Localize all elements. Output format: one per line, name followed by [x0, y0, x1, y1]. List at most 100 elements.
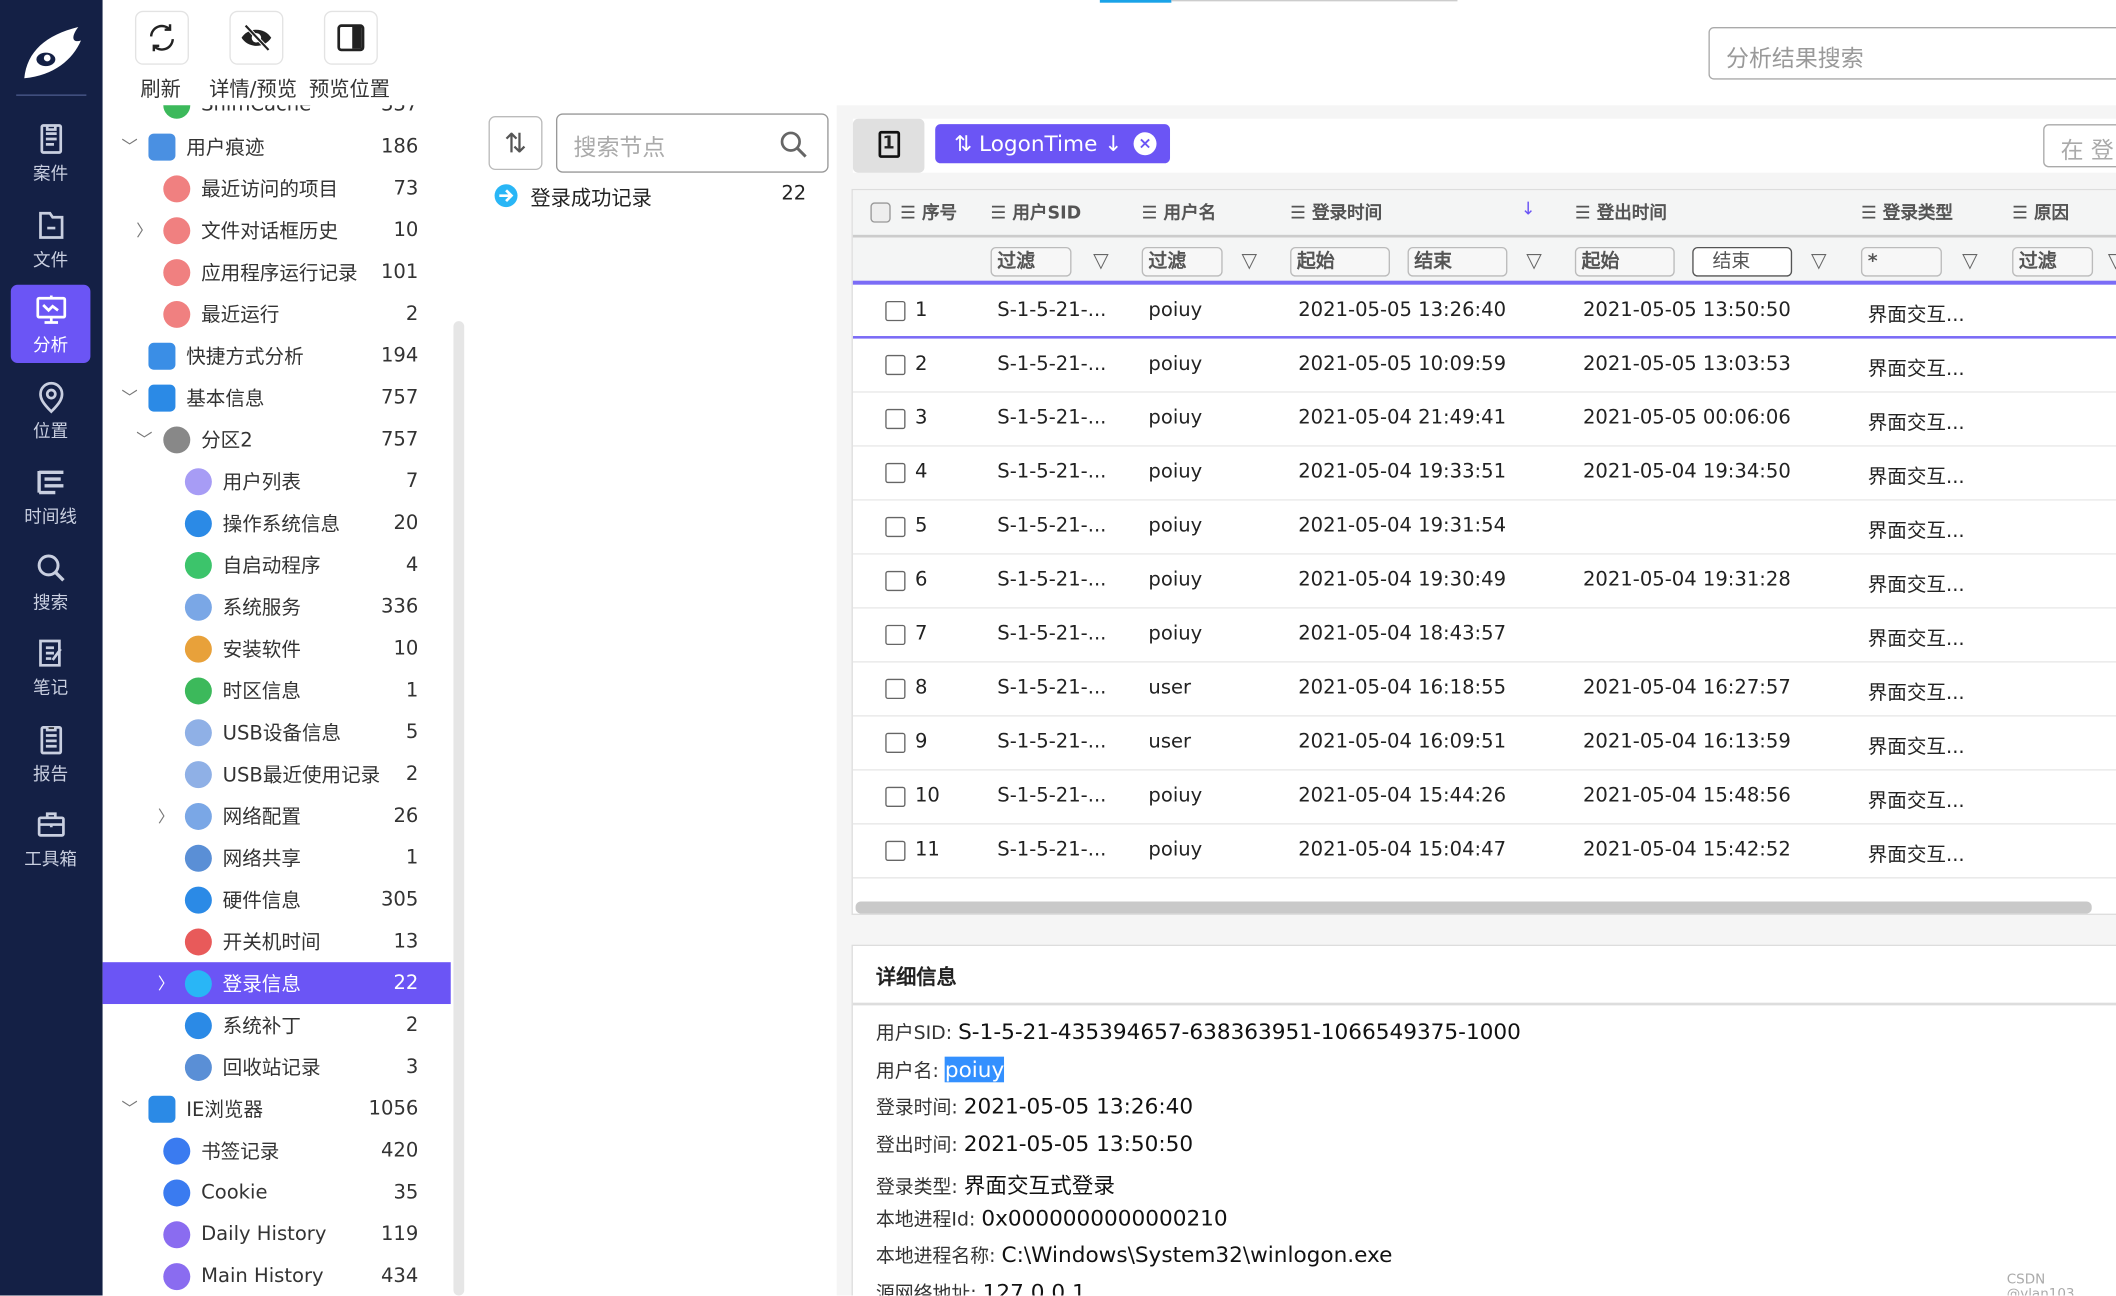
table-row[interactable]: 6 S-1-5-21-... poiuy 2021-05-04 19:30:49 202… — [852, 554, 2116, 609]
tree-item[interactable]: USB设备信息 5 — [103, 711, 451, 753]
filter-input[interactable]: 过滤 — [990, 246, 1072, 277]
tree-item[interactable]: 硬件信息 305 — [103, 879, 451, 921]
tree-item[interactable]: 〉 网络配置 26 — [103, 795, 451, 837]
nav-item-note[interactable]: 笔记 — [11, 628, 91, 706]
refresh-button[interactable] — [134, 10, 189, 65]
tree-item[interactable]: 〉 登录信息 22 — [102, 962, 451, 1005]
column-header[interactable]: ☰ 登出时间 — [1575, 190, 1667, 237]
chevron-right-icon[interactable]: 〉 — [158, 972, 174, 995]
column-header[interactable]: ☰ 原因 — [2012, 190, 2069, 237]
chevron-down-icon[interactable]: ﹀ — [121, 386, 137, 409]
tree-item[interactable]: 应用程序运行记录 101 — [103, 251, 451, 293]
tree-item[interactable]: USB最近使用记录 2 — [103, 753, 451, 795]
row-checkbox[interactable] — [885, 408, 906, 430]
tree-item[interactable]: Main History 434 — [103, 1255, 451, 1295]
preview-position-button[interactable] — [323, 10, 378, 65]
nav-item-case[interactable]: 案件 — [11, 113, 91, 191]
table-row[interactable]: 11 S-1-5-21-... poiuy 2021-05-04 15:04:47 20… — [852, 824, 2116, 879]
row-checkbox[interactable] — [885, 516, 906, 538]
detail-preview-button[interactable] — [229, 10, 284, 65]
table-row[interactable]: 8 S-1-5-21-... user 2021-05-04 16:18:55 2021… — [852, 662, 2116, 717]
tree-item[interactable]: 自启动程序 4 — [103, 544, 451, 586]
tree-item[interactable]: ﹀ 用户痕迹 186 — [103, 126, 451, 168]
table-row[interactable]: 3 S-1-5-21-... poiuy 2021-05-04 21:49:41 202… — [852, 392, 2116, 447]
tree-item[interactable]: ﹀ 基本信息 757 — [103, 377, 451, 419]
row-checkbox[interactable] — [885, 570, 906, 592]
tree-item[interactable]: 最近运行 2 — [103, 293, 451, 335]
filter-icon[interactable]: ▽ — [1526, 248, 1542, 272]
filter-input[interactable]: 结束 — [1692, 246, 1793, 277]
sort-chip[interactable]: ⇅ LogonTime ↓ × — [935, 124, 1171, 164]
row-checkbox[interactable] — [885, 354, 906, 376]
tree-item[interactable]: 〉 文件对话框历史 10 — [103, 209, 451, 251]
filter-input[interactable]: 起始 — [1290, 246, 1390, 277]
sort-button[interactable]: ⇅ — [488, 116, 543, 171]
in-results-search-input[interactable]: 在 登 — [2043, 124, 2116, 168]
column-header[interactable]: ☰ 用户名 — [1142, 190, 1216, 237]
column-header[interactable]: ☰ 用户SID — [991, 190, 1082, 237]
nav-item-report[interactable]: 报告 — [11, 713, 91, 791]
nav-item-toolbox[interactable]: 工具箱 — [11, 799, 91, 877]
tree-item[interactable]: 最近访问的项目 73 — [103, 167, 451, 209]
row-checkbox[interactable] — [885, 462, 906, 484]
row-checkbox[interactable] — [885, 624, 906, 646]
nav-item-file[interactable]: 文件 — [11, 199, 91, 277]
table-row[interactable]: 2 S-1-5-21-... poiuy 2021-05-05 10:09:59 202… — [852, 338, 2116, 393]
row-checkbox[interactable] — [885, 840, 906, 861]
filter-input[interactable]: 起始 — [1574, 246, 1675, 277]
select-all-checkbox[interactable] — [870, 202, 891, 223]
tree-item[interactable]: ﹀ 分区2 757 — [103, 418, 451, 460]
node-item-login-success[interactable]: 登录成功记录 22 — [483, 179, 837, 211]
filter-input[interactable]: 过滤 — [1141, 246, 1223, 277]
chevron-down-icon[interactable]: ﹀ — [136, 428, 152, 451]
nav-item-analysis[interactable]: 分析 — [10, 284, 91, 364]
tree-item[interactable]: ﹀ IE浏览器 1056 — [103, 1088, 451, 1130]
tree-item[interactable]: 书签记录 420 — [103, 1130, 451, 1172]
row-checkbox[interactable] — [885, 732, 906, 754]
column-header[interactable]: ☰ 登录时间 — [1290, 190, 1382, 237]
close-chip-icon[interactable]: × — [1133, 132, 1157, 156]
tree-item[interactable]: 操作系统信息 20 — [103, 502, 451, 544]
horizontal-scrollbar[interactable] — [855, 901, 2092, 914]
filter-input[interactable]: 过滤 — [2012, 246, 2094, 277]
row-checkbox[interactable] — [885, 300, 906, 322]
filter-icon[interactable]: ▽ — [1093, 248, 1109, 272]
tree-item[interactable]: Cookie 35 — [103, 1171, 451, 1213]
nav-item-location[interactable]: 位置 — [11, 370, 91, 448]
node-search-input[interactable]: 搜索节点 — [555, 113, 829, 173]
chevron-down-icon[interactable]: ﹀ — [121, 1097, 137, 1120]
chevron-right-icon[interactable]: 〉 — [136, 219, 152, 242]
filter-icon[interactable]: ▽ — [2108, 248, 2116, 272]
table-row[interactable]: 4 S-1-5-21-... poiuy 2021-05-04 19:33:51 202… — [852, 446, 2116, 501]
table-row[interactable]: 10 S-1-5-21-... poiuy 2021-05-04 15:44:26 20… — [852, 770, 2116, 825]
tree-item[interactable]: 快捷方式分析 194 — [103, 335, 451, 377]
column-header[interactable]: ☰ 登录类型 — [1861, 190, 1953, 237]
sort-desc-icon[interactable]: ↓ — [1521, 200, 1536, 220]
tree-item[interactable]: Daily History 119 — [103, 1213, 451, 1255]
tree-item[interactable]: 系统补丁 2 — [103, 1004, 451, 1046]
nav-item-timeline[interactable]: 时间线 — [11, 456, 91, 534]
tree-item[interactable]: 回收站记录 3 — [103, 1046, 451, 1088]
tree-item[interactable]: ShimCache 337 — [103, 105, 451, 125]
tree-scrollbar[interactable] — [453, 321, 465, 1296]
tree-item[interactable]: 网络共享 1 — [103, 837, 451, 879]
table-row[interactable]: 5 S-1-5-21-... poiuy 2021-05-04 19:31:54 界面交… — [852, 500, 2116, 555]
table-row[interactable]: 1 S-1-5-21-... poiuy 2021-05-05 13:26:40 202… — [852, 284, 2116, 339]
nav-item-search[interactable]: 搜索 — [11, 542, 91, 620]
tree-item[interactable]: 系统服务 336 — [103, 586, 451, 628]
filter-input[interactable]: 结束 — [1407, 246, 1508, 277]
chevron-down-icon[interactable]: ﹀ — [121, 135, 137, 158]
row-checkbox[interactable] — [885, 678, 906, 700]
column-header[interactable]: ☰ 序号 — [900, 190, 957, 237]
tree-item[interactable]: 时区信息 1 — [103, 669, 451, 711]
filter-icon[interactable]: ▽ — [1811, 248, 1827, 272]
tree-item[interactable]: 安装软件 10 — [103, 628, 451, 670]
page-tab[interactable]: 1 — [852, 118, 925, 173]
tree-item[interactable]: 开关机时间 13 — [103, 920, 451, 962]
chevron-right-icon[interactable]: 〉 — [158, 804, 174, 827]
filter-icon[interactable]: ▽ — [1962, 248, 1978, 272]
analysis-result-search-input[interactable]: 分析结果搜索 — [1708, 26, 2116, 80]
row-checkbox[interactable] — [885, 786, 906, 808]
table-row[interactable]: 9 S-1-5-21-... user 2021-05-04 16:09:51 2021… — [852, 716, 2116, 771]
filter-input[interactable]: * — [1860, 246, 1942, 277]
